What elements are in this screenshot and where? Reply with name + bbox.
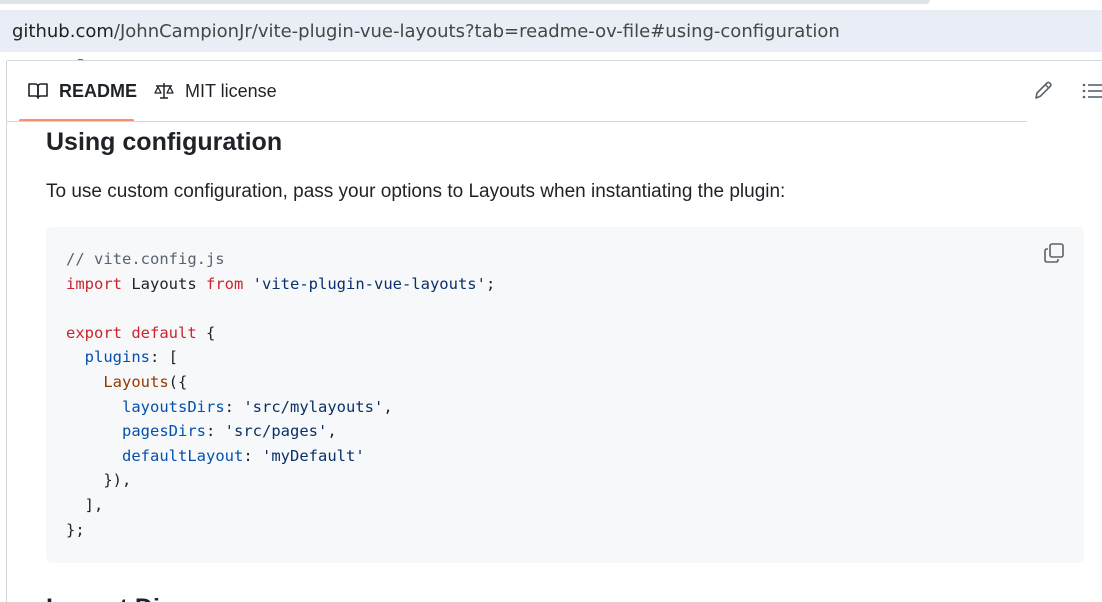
code-content: // vite.config.js import Layouts from 'v…: [66, 247, 495, 542]
panel-left-border: [6, 61, 7, 602]
tab-readme-label: README: [59, 80, 138, 101]
code-line: layoutsDirs: 'src/mylayouts',: [122, 397, 393, 416]
browser-address-bar: github.com/JohnCampionJr/vite-plugin-vue…: [0, 0, 1102, 60]
next-section-heading-text: Layout Dirs: [46, 594, 176, 602]
url-host: github.com: [12, 21, 114, 42]
code-line: pagesDirs: 'src/pages',: [122, 422, 337, 441]
code-line: defaultLayout: 'myDefault': [122, 446, 365, 465]
tabs-divider: [7, 121, 1027, 122]
code-line: };: [66, 520, 85, 539]
divider-mark: [78, 59, 83, 60]
code-line: ],: [66, 495, 104, 514]
url-text[interactable]: github.com/JohnCampionJr/vite-plugin-vue…: [12, 21, 840, 42]
code-line: export default {: [66, 323, 216, 342]
code-line: }),: [66, 471, 132, 490]
copy-button[interactable]: [1040, 241, 1068, 269]
section-heading: Using configuration: [46, 128, 283, 156]
edit-file-button[interactable]: [1030, 80, 1056, 106]
copy-icon: [1043, 242, 1065, 269]
code-line: Layouts({: [103, 372, 188, 391]
pencil-icon: [1032, 80, 1054, 107]
list-unordered-icon: [1080, 80, 1102, 106]
code-block: // vite.config.js import Layouts from 'v…: [46, 227, 1084, 563]
tab-readme[interactable]: README: [17, 61, 138, 122]
tab-license-label: MIT license: [185, 80, 277, 101]
table-of-contents-button[interactable]: [1080, 80, 1102, 106]
code-line: import Layouts from 'vite-plugin-vue-lay…: [66, 274, 496, 293]
browser-tab-strip: [0, 0, 930, 4]
tab-license[interactable]: MIT license: [153, 61, 277, 121]
url-path: /JohnCampionJr/vite-plugin-vue-layouts?t…: [113, 21, 840, 42]
section-paragraph: To use custom configuration, pass your o…: [46, 181, 786, 202]
url-field[interactable]: github.com/JohnCampionJr/vite-plugin-vue…: [0, 10, 1102, 52]
next-section-heading: Layout Dirs: [46, 594, 176, 602]
scale-icon: [153, 80, 175, 102]
code-line: plugins: [: [84, 348, 178, 367]
code-line: // vite.config.js: [66, 250, 225, 268]
book-icon: [27, 80, 49, 102]
readme-tabs: README MIT license: [7, 61, 1102, 122]
